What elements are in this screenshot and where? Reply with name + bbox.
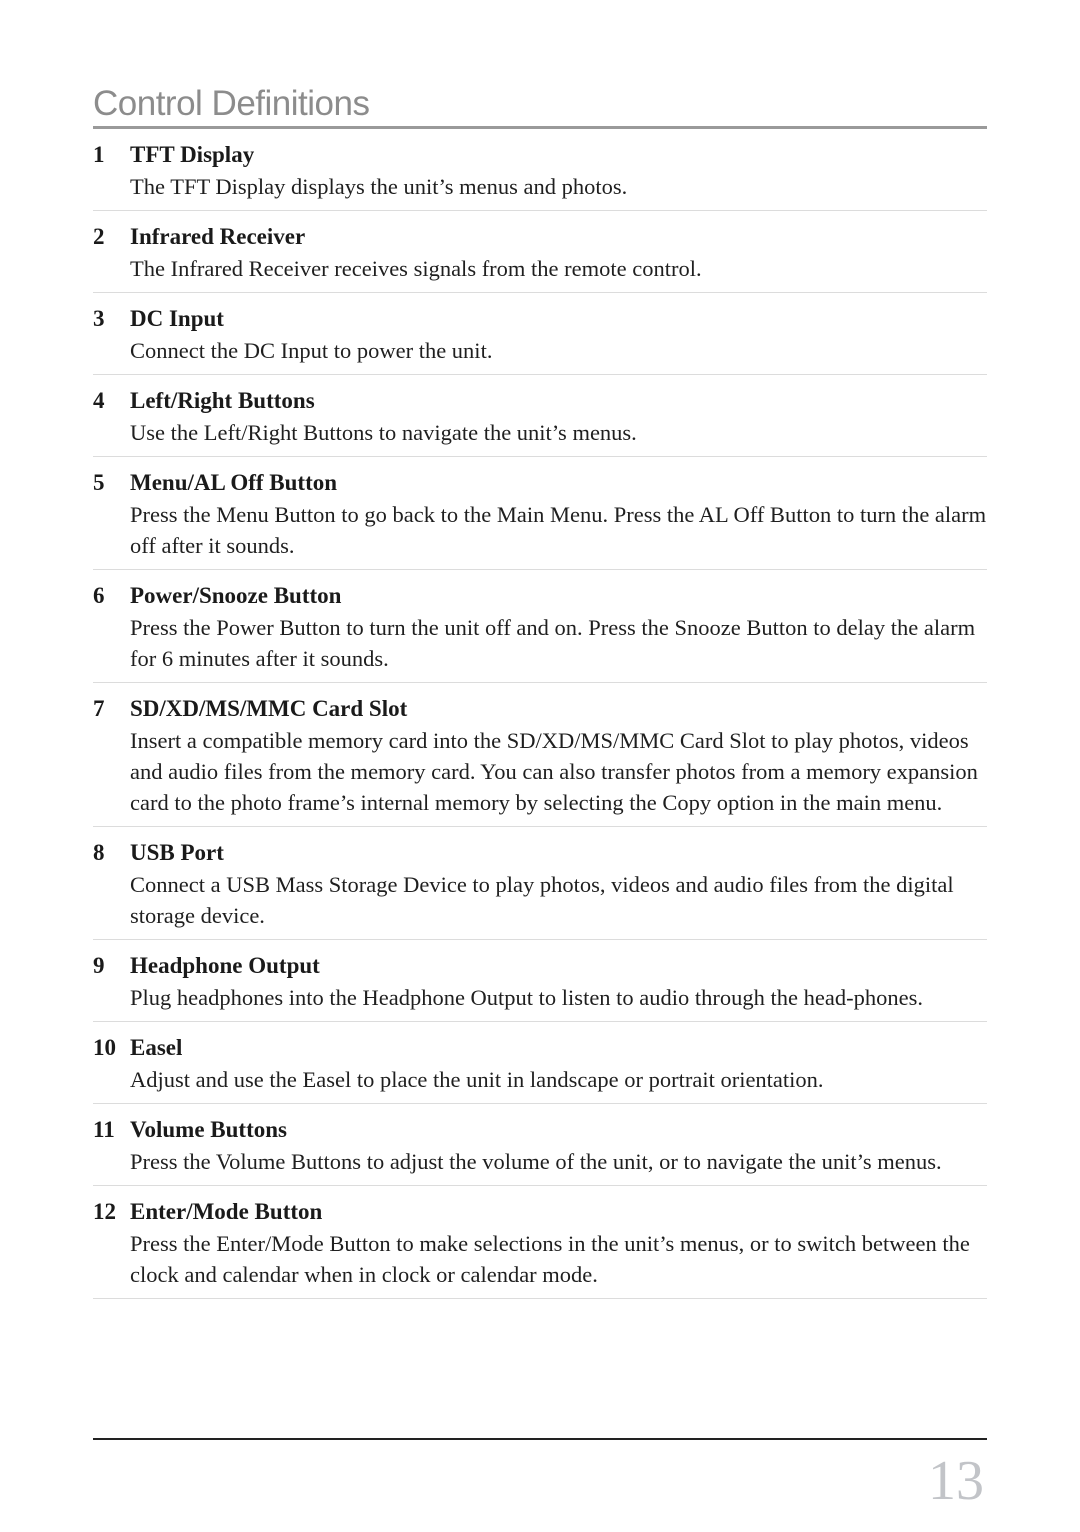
title-divider: [93, 126, 987, 129]
item-number: 7: [93, 696, 105, 721]
item-number: 9: [93, 953, 105, 978]
definition-item: 1 TFT Display The TFT Display displays th…: [93, 136, 987, 211]
item-number: 2: [93, 224, 105, 249]
definition-item: 10 Easel Adjust and use the Easel to plac…: [93, 1029, 987, 1104]
definition-item: 3 DC Input Connect the DC Input to power …: [93, 300, 987, 375]
definition-item: 6 Power/Snooze Button Press the Power But…: [93, 577, 987, 683]
item-description: Connect a USB Mass Storage Device to pla…: [130, 872, 954, 928]
item-number: 8: [93, 840, 105, 865]
item-title: Menu/AL Off Button: [130, 470, 338, 495]
item-title: DC Input: [130, 306, 224, 331]
item-number: 4: [93, 388, 105, 413]
item-title: Infrared Receiver: [130, 224, 306, 249]
item-description: Press the Volume Buttons to adjust the v…: [130, 1149, 942, 1174]
item-title: Easel: [130, 1035, 183, 1060]
definition-item: 8 USB Port Connect a USB Mass Storage Dev…: [93, 834, 987, 940]
item-title: Volume Buttons: [130, 1117, 287, 1142]
item-description: Connect the DC Input to power the unit.: [130, 338, 493, 363]
control-definitions-list: 1 TFT Display The TFT Display displays th…: [93, 136, 987, 1306]
item-description: Adjust and use the Easel to place the un…: [130, 1067, 824, 1092]
definition-item: 7 SD/XD/MS/MMC Card Slot Insert a compati…: [93, 690, 987, 827]
item-title: Left/Right Buttons: [130, 388, 315, 413]
item-title: Headphone Output: [130, 953, 320, 978]
item-description: The TFT Display displays the unit’s menu…: [130, 174, 628, 199]
definition-item: 11 Volume Buttons Press the Volume Button…: [93, 1111, 987, 1186]
item-number: 6: [93, 583, 105, 608]
footer-divider: [93, 1438, 987, 1440]
definition-item: 2 Infrared Receiver The Infrared Receiver…: [93, 218, 987, 293]
page-number: 13: [928, 1450, 984, 1512]
definition-item: 12 Enter/Mode Button Press the Enter/Mode…: [93, 1193, 987, 1299]
item-description: Press the Power Button to turn the unit …: [130, 615, 976, 671]
item-title: Power/Snooze Button: [130, 583, 342, 608]
item-number: 11: [93, 1117, 115, 1142]
item-number: 12: [93, 1199, 116, 1224]
item-description: The Infrared Receiver receives signals f…: [130, 256, 702, 281]
item-title: SD/XD/MS/MMC Card Slot: [130, 696, 408, 721]
item-number: 10: [93, 1035, 116, 1060]
page-title: Control Definitions: [93, 84, 370, 123]
item-title: USB Port: [130, 840, 224, 865]
item-description: Press the Menu Button to go back to the …: [130, 502, 987, 558]
item-description: Use the Left/Right Buttons to navigate t…: [130, 420, 637, 445]
item-description: Insert a compatible memory card into the…: [130, 728, 978, 815]
item-description: Plug headphones into the Headphone Outpu…: [130, 985, 923, 1010]
item-title: Enter/Mode Button: [130, 1199, 323, 1224]
item-title: TFT Display: [130, 142, 255, 167]
item-description: Press the Enter/Mode Button to make sele…: [130, 1231, 970, 1287]
definition-item: 4 Left/Right Buttons Use the Left/Right B…: [93, 382, 987, 457]
item-number: 1: [93, 142, 105, 167]
definition-item: 5 Menu/AL Off Button Press the Menu Butto…: [93, 464, 987, 570]
item-number: 5: [93, 470, 105, 495]
definition-item: 9 Headphone Output Plug headphones into t…: [93, 947, 987, 1022]
item-number: 3: [93, 306, 105, 331]
